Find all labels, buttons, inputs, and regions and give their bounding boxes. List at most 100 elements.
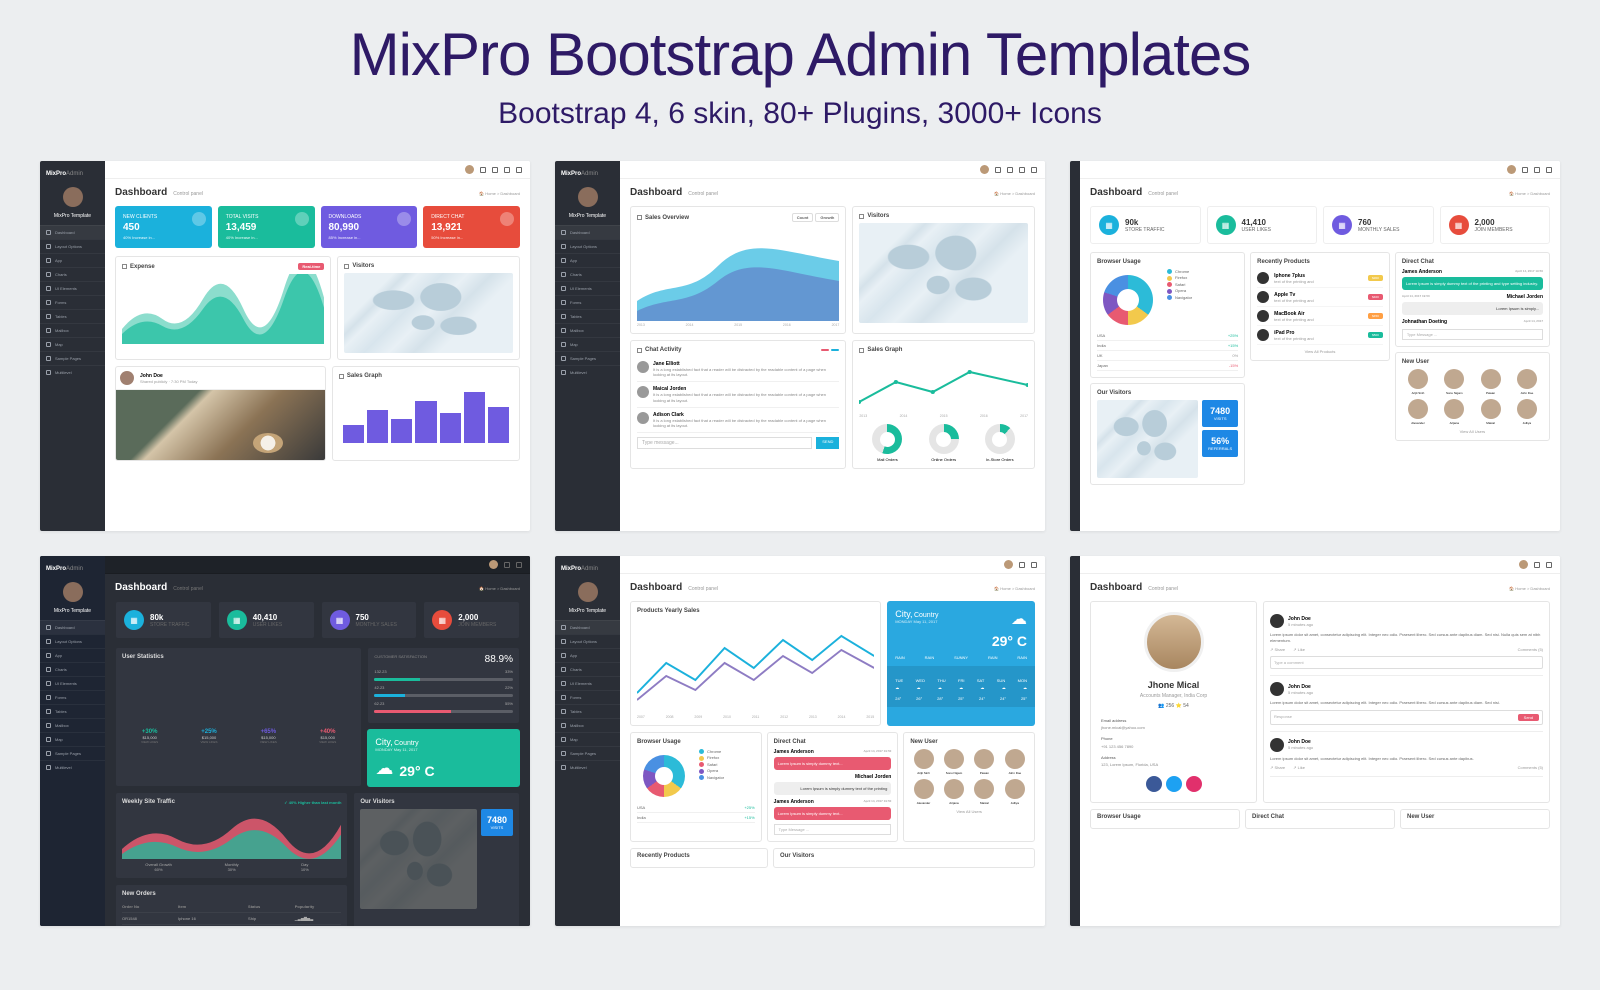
sidebar-item[interactable]: Tables	[40, 309, 105, 323]
sidebar-item[interactable]: Dashboard	[40, 620, 105, 634]
sidebar-item[interactable]: Multilevel	[40, 365, 105, 379]
user-avatar-icon[interactable]	[1507, 165, 1516, 174]
user-avatar-icon[interactable]	[1519, 560, 1528, 569]
post-action[interactable]: ↗ Share	[1270, 647, 1285, 652]
instagram-icon[interactable]	[1186, 776, 1202, 792]
user-item[interactable]: Sonu Nigam	[1438, 369, 1470, 395]
sidebar-item[interactable]: UI Elements	[555, 676, 620, 690]
product-row[interactable]: MacBook Airtext of the printing and$450	[1257, 307, 1383, 326]
user-item[interactable]: Julliya	[1002, 779, 1028, 805]
post-action[interactable]: ↗ Like	[1293, 765, 1305, 770]
sidebar-item[interactable]: Sample Pages	[40, 746, 105, 760]
product-row[interactable]: Apple Tvtext of the printing and$400	[1257, 288, 1383, 307]
sidebar-item[interactable]: Map	[555, 732, 620, 746]
send-button[interactable]: Send	[1518, 714, 1539, 721]
sidebar-item[interactable]: Charts	[40, 662, 105, 676]
sidebar-item[interactable]: Layout Options	[40, 239, 105, 253]
sidebar-item[interactable]: Dashboard	[555, 225, 620, 239]
sidebar-item[interactable]: Charts	[40, 267, 105, 281]
mail-icon[interactable]	[1019, 167, 1025, 173]
message-input[interactable]: Type Message ...	[1402, 329, 1543, 340]
user-item[interactable]: Pawan	[1474, 369, 1506, 395]
sidebar-item[interactable]: Map	[555, 337, 620, 351]
sidebar-item[interactable]: Layout Options	[40, 634, 105, 648]
sidebar-item[interactable]: Sample Pages	[40, 351, 105, 365]
bell-icon[interactable]	[1522, 167, 1528, 173]
flag-icon[interactable]	[1534, 167, 1540, 173]
view-all-users[interactable]: View All Users	[910, 809, 1028, 814]
sidebar-item[interactable]: Tables	[40, 704, 105, 718]
bell-icon[interactable]	[480, 167, 486, 173]
sidebar-item[interactable]: Map	[40, 337, 105, 351]
message-input[interactable]: Type message...	[637, 437, 812, 449]
user-item[interactable]: Maical	[1474, 399, 1506, 425]
gear-icon[interactable]	[1031, 167, 1037, 173]
comments-link[interactable]: Comments (5)	[1518, 765, 1543, 770]
sidebar-item[interactable]: App	[555, 648, 620, 662]
user-item[interactable]: Alexander	[1402, 399, 1434, 425]
flag-icon[interactable]	[492, 167, 498, 173]
comment-input[interactable]: ResponseSend	[1270, 710, 1543, 725]
user-item[interactable]: John Doe	[1511, 369, 1543, 395]
stat-card[interactable]: DOWNLOADS80,99085% Increase in...	[321, 206, 418, 248]
user-item[interactable]: Pawan	[971, 749, 997, 775]
sidebar-item[interactable]: Tables	[555, 309, 620, 323]
sidebar-item[interactable]: Sample Pages	[555, 746, 620, 760]
sidebar-item[interactable]: Multilevel	[555, 760, 620, 774]
sidebar-item[interactable]: Charts	[555, 662, 620, 676]
mail-icon[interactable]	[504, 167, 510, 173]
sidebar-item[interactable]: Charts	[555, 267, 620, 281]
stat-card[interactable]: NEW CLIENTS45040% Increase in...	[115, 206, 212, 248]
sidebar-item[interactable]: Mailbox	[40, 323, 105, 337]
user-item[interactable]: Arijana	[941, 779, 967, 805]
user-avatar-icon[interactable]	[465, 165, 474, 174]
gear-icon[interactable]	[1031, 562, 1037, 568]
gear-icon[interactable]	[516, 167, 522, 173]
product-row[interactable]: Iphone 7plustext of the printing and$300	[1257, 269, 1383, 288]
sidebar-item[interactable]: Forms	[40, 295, 105, 309]
sidebar-item[interactable]: App	[40, 253, 105, 267]
user-item[interactable]: Julliya	[1511, 399, 1543, 425]
sidebar-item[interactable]: UI Elements	[40, 281, 105, 295]
sidebar-item[interactable]: Dashboard	[555, 620, 620, 634]
sidebar-item[interactable]: Mailbox	[555, 718, 620, 732]
user-avatar-icon[interactable]	[489, 560, 498, 569]
stat-card[interactable]: TOTAL VISITS13,45940% Increase in...	[218, 206, 315, 248]
sidebar-item[interactable]: UI Elements	[40, 676, 105, 690]
user-avatar-icon[interactable]	[980, 165, 989, 174]
bell-icon[interactable]	[995, 167, 1001, 173]
table-row[interactable]: OR5489Samsung J7Pending▃▅▇▅▃▁	[122, 925, 341, 926]
user-item[interactable]: Sonu Nigam	[941, 749, 967, 775]
sidebar-item[interactable]: App	[40, 648, 105, 662]
sidebar-item[interactable]: Multilevel	[555, 365, 620, 379]
sidebar-item[interactable]: Mailbox	[555, 323, 620, 337]
user-item[interactable]: John Doe	[1002, 749, 1028, 775]
flag-icon[interactable]	[1007, 167, 1013, 173]
sidebar-item[interactable]: App	[555, 253, 620, 267]
sidebar-item[interactable]: Map	[40, 732, 105, 746]
sidebar-item[interactable]: Layout Options	[555, 634, 620, 648]
user-item[interactable]: Alexander	[910, 779, 936, 805]
stat-card[interactable]: DIRECT CHAT13,92150% Increase in...	[423, 206, 520, 248]
view-all-users[interactable]: View All Users	[1402, 429, 1543, 434]
gear-icon[interactable]	[1546, 167, 1552, 173]
product-row[interactable]: iPad Protext of the printing and$500	[1257, 326, 1383, 345]
sidebar-item[interactable]: Mailbox	[40, 718, 105, 732]
user-item[interactable]: Arijana	[1438, 399, 1470, 425]
sidebar-item[interactable]: Multilevel	[40, 760, 105, 774]
user-item[interactable]: Maical	[971, 779, 997, 805]
post-action[interactable]: ↗ Share	[1270, 765, 1285, 770]
table-row[interactable]: OR1548Iphone 16Ship▁▃▅▇▅▃	[122, 913, 341, 925]
comments-link[interactable]: Comments (5)	[1518, 647, 1543, 652]
sidebar-item[interactable]: Forms	[555, 295, 620, 309]
bell-icon[interactable]	[504, 562, 510, 568]
user-avatar-icon[interactable]	[1004, 560, 1013, 569]
bell-icon[interactable]	[1534, 562, 1540, 568]
sidebar-item[interactable]: Forms	[40, 690, 105, 704]
facebook-icon[interactable]	[1146, 776, 1162, 792]
comment-input[interactable]: Type a comment	[1270, 656, 1543, 669]
twitter-icon[interactable]	[1166, 776, 1182, 792]
gear-icon[interactable]	[516, 562, 522, 568]
send-button[interactable]: SEND	[816, 437, 839, 449]
count-pill[interactable]: Count	[792, 213, 814, 222]
